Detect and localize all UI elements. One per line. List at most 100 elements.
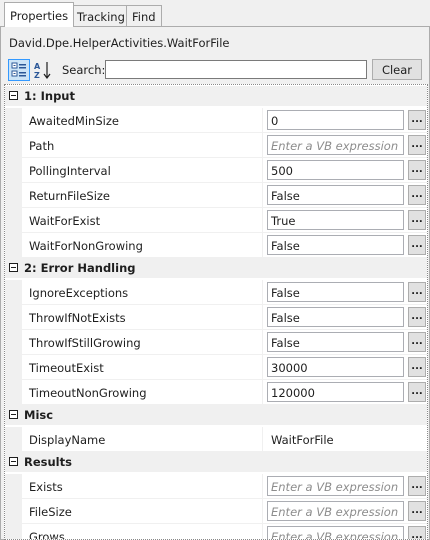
ellipsis-button[interactable]: ...	[408, 160, 426, 180]
property-name: WaitForExist	[22, 208, 263, 233]
property-value-cell: False...	[263, 330, 427, 355]
property-value-input[interactable]: True	[267, 210, 404, 230]
ellipsis-button[interactable]: ...	[408, 185, 426, 205]
row-gutter	[5, 158, 22, 183]
property-row: WaitForNonGrowing False...	[5, 233, 427, 258]
property-value-cell: 0...	[263, 108, 427, 133]
category-label: Misc	[24, 408, 54, 422]
row-gutter	[5, 474, 22, 499]
ellipsis-button[interactable]: ...	[408, 235, 426, 255]
property-name: ReturnFileSize	[22, 183, 263, 208]
property-value-input[interactable]: 500	[267, 160, 404, 180]
category-label: Results	[24, 455, 72, 469]
tab-properties[interactable]: Properties	[4, 2, 75, 27]
property-name: WaitForNonGrowing	[22, 233, 263, 258]
property-value-cell: Enter a VB expression...	[263, 474, 427, 499]
property-name: PollingInterval	[22, 158, 263, 183]
tab-label: Tracking	[77, 10, 125, 24]
search-input[interactable]	[105, 60, 367, 79]
property-row: PollingInterval 500...	[5, 158, 427, 183]
property-value-cell: True...	[263, 208, 427, 233]
ellipsis-button[interactable]: ...	[408, 357, 426, 377]
row-gutter	[5, 330, 22, 355]
sort-alphabetical-icon: A Z	[34, 62, 51, 80]
property-value-cell: 30000...	[263, 355, 427, 380]
property-value-cell: 120000...	[263, 380, 427, 405]
ellipsis-button[interactable]: ...	[408, 210, 426, 230]
property-value-cell: False...	[263, 233, 427, 258]
expression-input[interactable]: Enter a VB expression	[267, 476, 404, 496]
property-value-input[interactable]: False	[267, 282, 404, 302]
ellipsis-button[interactable]: ...	[408, 476, 426, 496]
categorized-view-button[interactable]	[8, 59, 30, 81]
search-label: Search:	[62, 63, 106, 77]
property-row: ThrowIfNotExists False...	[5, 305, 427, 330]
property-name: Grows	[22, 524, 263, 539]
property-value-input[interactable]: False	[267, 307, 404, 327]
ellipsis-button[interactable]: ...	[408, 501, 426, 521]
property-name: Exists	[22, 474, 263, 499]
property-name: IgnoreExceptions	[22, 280, 263, 305]
category-label: 2: Error Handling	[24, 261, 136, 275]
categorized-view-icon	[11, 62, 26, 77]
row-gutter	[5, 108, 22, 133]
property-value-input[interactable]: 0	[267, 110, 404, 130]
property-grid: 1: Input AwaitedMinSize 0... Path Enter a VB…	[4, 84, 428, 540]
tab-find[interactable]: Find	[126, 5, 162, 27]
property-row: Exists Enter a VB expression...	[5, 474, 427, 499]
property-value-cell: False...	[263, 183, 427, 208]
property-value-input[interactable]: False	[267, 235, 404, 255]
collapse-icon[interactable]	[9, 457, 18, 466]
property-name: AwaitedMinSize	[22, 108, 263, 133]
property-row: Grows Enter a VB expression...	[5, 524, 427, 539]
collapse-icon[interactable]	[9, 91, 18, 100]
property-value-input[interactable]: 30000	[267, 357, 404, 377]
property-row: ReturnFileSize False...	[5, 183, 427, 208]
ellipsis-button[interactable]: ...	[408, 307, 426, 327]
property-value-cell: WaitForFile	[263, 427, 427, 452]
property-value-input[interactable]: False	[267, 185, 404, 205]
property-name: TimeoutNonGrowing	[22, 380, 263, 405]
row-gutter	[5, 355, 22, 380]
expression-input[interactable]: Enter a VB expression	[267, 501, 404, 521]
property-row: DisplayName WaitForFile	[5, 427, 427, 452]
alphabetical-view-button[interactable]: A Z	[32, 59, 54, 81]
property-value[interactable]: WaitForFile	[271, 433, 334, 447]
selected-object-name: David.Dpe.HelperActivities.WaitForFile	[9, 36, 230, 50]
property-name: Path	[22, 133, 263, 158]
row-gutter	[5, 233, 22, 258]
tab-strip: Properties Tracking Find	[0, 0, 430, 27]
properties-panel: David.Dpe.HelperActivities.WaitForFile A…	[0, 26, 430, 540]
collapse-icon[interactable]	[9, 263, 18, 272]
row-gutter	[5, 133, 22, 158]
tab-tracking[interactable]: Tracking	[71, 5, 131, 27]
property-value-cell: 500...	[263, 158, 427, 183]
category-header: Results	[5, 452, 427, 472]
property-row: FileSize Enter a VB expression...	[5, 499, 427, 524]
expression-input[interactable]: Enter a VB expression	[267, 526, 404, 539]
property-name: ThrowIfStillGrowing	[22, 330, 263, 355]
clear-search-button[interactable]: Clear	[372, 59, 422, 80]
property-row: AwaitedMinSize 0...	[5, 108, 427, 133]
property-name: ThrowIfNotExists	[22, 305, 263, 330]
expression-input[interactable]: Enter a VB expression	[267, 135, 404, 155]
row-gutter	[5, 208, 22, 233]
ellipsis-button[interactable]: ...	[408, 332, 426, 352]
property-value-input[interactable]: 120000	[267, 382, 404, 402]
ellipsis-button[interactable]: ...	[408, 282, 426, 302]
ellipsis-button[interactable]: ...	[408, 110, 426, 130]
property-name: FileSize	[22, 499, 263, 524]
collapse-icon[interactable]	[9, 410, 18, 419]
svg-text:A: A	[34, 62, 41, 71]
tab-label: Find	[132, 10, 156, 24]
ellipsis-button[interactable]: ...	[408, 526, 426, 539]
ellipsis-button[interactable]: ...	[408, 382, 426, 402]
row-gutter	[5, 280, 22, 305]
row-gutter	[5, 524, 22, 539]
property-row: ThrowIfStillGrowing False...	[5, 330, 427, 355]
property-name: TimeoutExist	[22, 355, 263, 380]
ellipsis-button[interactable]: ...	[408, 135, 426, 155]
property-row: IgnoreExceptions False...	[5, 280, 427, 305]
property-value-input[interactable]: False	[267, 332, 404, 352]
category-header: Misc	[5, 405, 427, 425]
